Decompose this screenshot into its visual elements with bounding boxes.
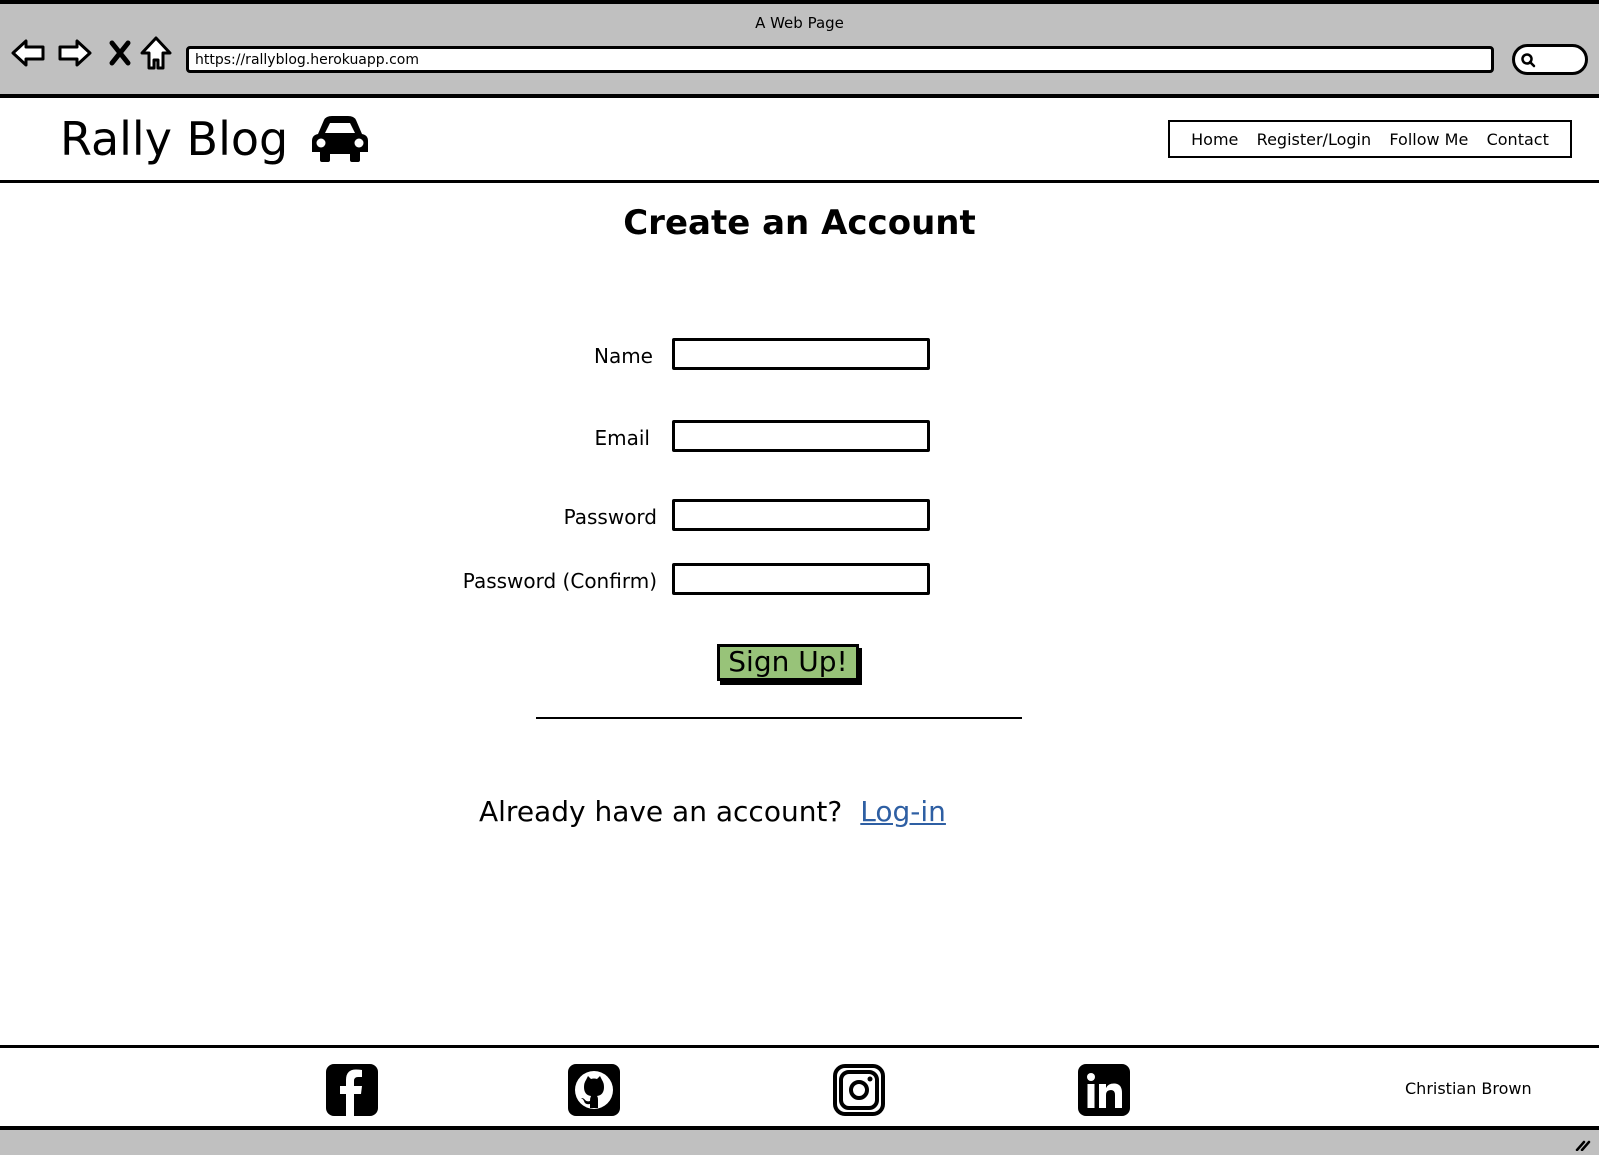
github-icon bbox=[575, 1071, 613, 1109]
resize-grip-icon[interactable] bbox=[1575, 1137, 1591, 1151]
nav-follow-me[interactable]: Follow Me bbox=[1389, 130, 1468, 149]
site-footer: Christian Brown bbox=[0, 1045, 1599, 1130]
name-input[interactable] bbox=[672, 338, 930, 370]
browser-chrome: A Web Page https://rallyblog.herokuapp.c… bbox=[0, 0, 1599, 98]
sign-up-button[interactable]: Sign Up! bbox=[717, 644, 859, 681]
facebook-link[interactable] bbox=[326, 1064, 378, 1116]
browser-search-box[interactable] bbox=[1512, 44, 1588, 75]
forward-arrow-icon bbox=[58, 39, 92, 67]
back-arrow-icon bbox=[11, 39, 45, 67]
home-button[interactable] bbox=[138, 36, 174, 70]
site-header: Rally Blog Home Register/Login Follow Me… bbox=[0, 98, 1599, 183]
web-page: Rally Blog Home Register/Login Follow Me… bbox=[0, 98, 1599, 1130]
name-row: Name bbox=[0, 338, 1599, 372]
search-icon bbox=[1521, 53, 1536, 68]
nav-home[interactable]: Home bbox=[1191, 130, 1238, 149]
stop-icon bbox=[109, 40, 131, 66]
instagram-link[interactable] bbox=[833, 1064, 885, 1116]
nav-contact[interactable]: Contact bbox=[1487, 130, 1549, 149]
nav-register-login[interactable]: Register/Login bbox=[1257, 130, 1371, 149]
top-navigation: Home Register/Login Follow Me Contact bbox=[1168, 120, 1572, 158]
email-row: Email bbox=[0, 420, 1599, 454]
password-label: Password bbox=[563, 505, 657, 529]
page-title: Create an Account bbox=[623, 203, 976, 243]
back-button[interactable] bbox=[10, 36, 46, 70]
divider bbox=[536, 717, 1022, 719]
url-bar[interactable]: https://rallyblog.herokuapp.com bbox=[186, 46, 1494, 73]
password-row: Password bbox=[0, 499, 1599, 533]
email-label: Email bbox=[594, 426, 651, 450]
logo-text: Rally Blog bbox=[60, 112, 289, 166]
github-link[interactable] bbox=[568, 1064, 620, 1116]
home-icon bbox=[140, 36, 172, 70]
email-input[interactable] bbox=[672, 420, 930, 452]
site-logo[interactable]: Rally Blog bbox=[60, 112, 370, 166]
stop-button[interactable] bbox=[102, 36, 138, 70]
linkedin-icon bbox=[1087, 1073, 1122, 1108]
window-title: A Web Page bbox=[755, 14, 844, 32]
login-prompt-text: Already have an account? bbox=[479, 795, 843, 828]
facebook-icon bbox=[340, 1069, 362, 1116]
password-confirm-label: Password (Confirm) bbox=[462, 569, 657, 593]
login-prompt-line: Already have an account? Log-in bbox=[479, 795, 946, 828]
forward-button[interactable] bbox=[57, 36, 93, 70]
car-icon bbox=[312, 116, 369, 162]
linkedin-link[interactable] bbox=[1078, 1064, 1130, 1116]
password-confirm-row: Password (Confirm) bbox=[0, 563, 1599, 597]
instagram-icon bbox=[839, 1070, 879, 1110]
password-input[interactable] bbox=[672, 499, 930, 531]
author-name: Christian Brown bbox=[1405, 1079, 1532, 1098]
login-link[interactable]: Log-in bbox=[860, 795, 946, 828]
name-label: Name bbox=[593, 344, 653, 368]
password-confirm-input[interactable] bbox=[672, 563, 930, 595]
